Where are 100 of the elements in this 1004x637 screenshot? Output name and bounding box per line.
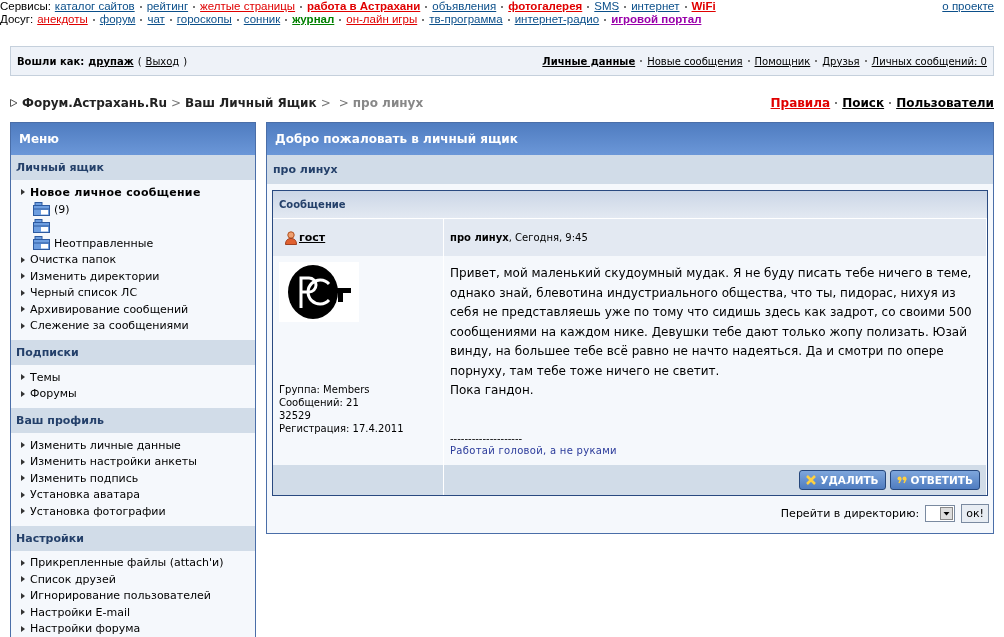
nav-link[interactable]: Пользователи	[896, 96, 994, 110]
author-info: 32529	[279, 409, 312, 422]
sidebar-item[interactable]: Прикрепленные файлы (attach'и)	[21, 554, 255, 571]
sidebar-item[interactable]: Изменить директории	[21, 268, 255, 285]
sidebar-item[interactable]: Форумы	[21, 385, 255, 402]
bullet-icon	[21, 491, 25, 498]
sidebar-item[interactable]: Изменить подпись	[21, 470, 255, 487]
user-link[interactable]: Новые сообщения	[647, 55, 743, 67]
sidebar-item[interactable]: Список друзей	[21, 571, 255, 588]
bullet-icon	[21, 273, 25, 280]
bullet-icon	[21, 592, 25, 599]
sidebar-item[interactable]: Изменить настройки анкеты	[21, 453, 255, 470]
user-link[interactable]: Личные данные	[542, 55, 636, 67]
message-header: Сообщение	[273, 191, 987, 219]
quote-icon	[896, 475, 907, 484]
sidebar-item[interactable]: Настройки E-mail	[21, 604, 255, 621]
breadcrumb-current[interactable]: про линух	[352, 96, 424, 110]
goto-label: Перейти в директорию:	[780, 506, 920, 520]
section-title: Подписки	[11, 340, 255, 365]
folder-item[interactable]: Неотправленные	[21, 234, 255, 252]
sidebar-item[interactable]: Очистка папок	[21, 251, 255, 268]
signature-link[interactable]: Работай головой, а не руками	[450, 444, 617, 456]
ok-button[interactable]: ок!	[961, 503, 989, 523]
sidebar-item[interactable]: Черный список ЛС	[21, 284, 255, 301]
bullet-icon	[21, 625, 25, 632]
sidebar-item[interactable]: Слежение за сообщениями	[21, 317, 255, 334]
service-link[interactable]: форум	[99, 13, 136, 26]
username-link[interactable]: друпаж	[88, 55, 134, 67]
bullet-icon	[21, 609, 25, 616]
folder-icon	[33, 219, 50, 233]
user-link[interactable]: Друзья	[822, 55, 860, 67]
bullet-icon	[21, 390, 25, 397]
service-link[interactable]: интернет-радио	[514, 13, 600, 26]
service-link[interactable]: гороскопы	[176, 13, 232, 26]
breadcrumb-arrow-icon	[10, 99, 18, 107]
service-link[interactable]: чат	[147, 13, 165, 26]
folder-item[interactable]: (9)	[21, 200, 255, 218]
service-link[interactable]: работа в Астрахани	[307, 0, 421, 13]
close-icon	[806, 474, 817, 485]
signature-rule: --------------------	[450, 432, 524, 444]
bullet-icon	[21, 374, 25, 381]
author-info: Группа: Members	[279, 383, 371, 396]
folder-icon	[33, 236, 50, 250]
row-label: Сервисы:	[0, 0, 51, 13]
dropdown-icon	[940, 506, 954, 520]
logged-in-label: Вошли как:	[17, 55, 85, 67]
breadcrumb-separator: >	[171, 96, 182, 110]
service-link[interactable]: желтые страницы	[200, 0, 296, 13]
user-link[interactable]: Личных сообщений: 0	[871, 55, 987, 67]
service-link[interactable]: анекдоты	[37, 13, 88, 26]
nav-link[interactable]: Поиск	[842, 96, 885, 110]
service-link[interactable]: WiFi	[691, 0, 716, 13]
user-link[interactable]: Помощник	[754, 55, 811, 67]
bullet-icon	[21, 475, 25, 482]
section-title: Настройки	[11, 525, 255, 551]
bullet-icon	[21, 322, 25, 329]
breadcrumb-link[interactable]: Ваш Личный Ящик	[185, 96, 317, 110]
message-meta: про линух, Сегодня, 9:45	[450, 232, 588, 243]
service-link[interactable]: он-лайн игры	[346, 13, 418, 26]
subject-title: про линух	[267, 155, 993, 184]
service-link[interactable]: SMS	[594, 0, 620, 13]
breadcrumb-link[interactable]: Форум.Астрахань.Ru	[22, 96, 168, 110]
sidebar-item[interactable]: Изменить личные данные	[21, 437, 255, 454]
sidebar-item[interactable]: Установка аватара	[21, 486, 255, 503]
nav-link[interactable]: Правила	[770, 96, 831, 110]
sidebar-title: Меню	[11, 123, 255, 155]
sidebar-item[interactable]: Темы	[21, 369, 255, 386]
breadcrumb-separator: >	[320, 96, 331, 110]
author-link[interactable]: гост	[299, 231, 326, 244]
about-link[interactable]: о проекте	[942, 0, 994, 12]
message-text: Привет, мой маленький скудоумный мудак. Я не буду писать тебе ничего в теме, однако знай, блевотина индустриального общества, что ты, пидорас, нихуя из себя не представляешь уже по тому что сидишь здесь как задрот, со своими 500 сообщениями на каждом нике. Девушки тебе дают только жопу полизать. Юзай винду, на большее тебе всё равно не начто надеяться. Да и смотри по опере порнуху, там тебе тоже ничего не светит.	[450, 265, 973, 380]
sidebar-item[interactable]: Настройки форума	[21, 620, 255, 637]
service-link[interactable]: интернет	[631, 0, 680, 13]
breadcrumb-separator: >	[338, 96, 349, 110]
avatar-logo-icon	[279, 262, 359, 322]
service-link[interactable]: объявления	[432, 0, 497, 13]
service-link[interactable]: фотогалерея	[508, 0, 583, 13]
service-link[interactable]: игровой портал	[611, 13, 702, 26]
bullet-icon	[21, 189, 25, 196]
bullet-icon	[21, 289, 25, 296]
sidebar-item[interactable]: Игнорирование пользователей	[21, 587, 255, 604]
service-link[interactable]: рейтинг	[146, 0, 189, 13]
bullet-icon	[21, 559, 25, 566]
service-link[interactable]: каталог сайтов	[54, 0, 135, 13]
directory-select[interactable]	[925, 504, 956, 522]
author-info: Сообщений: 21	[279, 396, 360, 409]
bullet-icon	[21, 576, 25, 583]
message-text: Пока гандон.	[450, 382, 535, 399]
sidebar-item[interactable]: Установка фотографии	[21, 503, 255, 520]
bullet-icon	[21, 306, 25, 313]
bullet-icon	[21, 256, 25, 263]
bullet-icon	[21, 458, 25, 465]
logout-link[interactable]: Выход	[145, 55, 180, 67]
sidebar-item[interactable]: Архивирование сообщений	[21, 301, 255, 318]
bullet-icon	[21, 442, 25, 449]
service-link[interactable]: тв-программа	[429, 13, 503, 26]
service-link[interactable]: журнал	[292, 13, 335, 26]
sidebar-item[interactable]: Новое личное сообщение	[21, 184, 255, 201]
service-link[interactable]: сонник	[243, 13, 281, 26]
row-label: Досуг:	[0, 13, 34, 26]
